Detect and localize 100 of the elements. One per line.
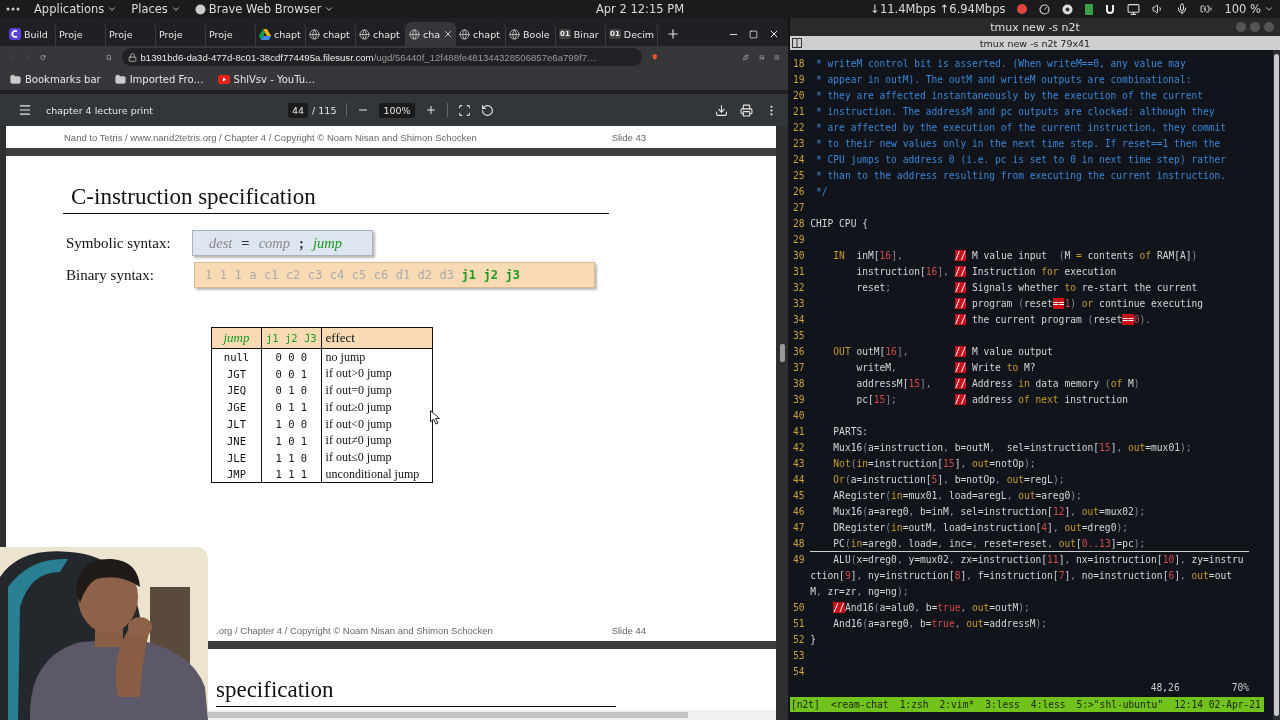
line-number: 42 xyxy=(791,441,806,455)
table-header: effect xyxy=(321,327,433,349)
bit-token: a xyxy=(249,268,257,282)
line-number: 27 xyxy=(791,201,806,215)
rotate-icon[interactable] xyxy=(480,103,494,117)
bookmark-item[interactable]: ShlVsv - YouTu… xyxy=(217,73,316,85)
table-cell: JLE xyxy=(211,449,262,467)
bit-token: 1 xyxy=(205,268,213,282)
line-number: 33 xyxy=(791,297,806,311)
scrollbar-thumb[interactable] xyxy=(779,344,785,362)
page-number-field[interactable]: 44 xyxy=(288,102,309,118)
code-line: ALU(x=dreg0, y=mux02, zx=instruction[11], nx=instruction[10], zy=instruction[9], ny=instruction[8], f=instruction[7], no=instruction[6], out=outM, zr=zr, ng=ng); xyxy=(810,553,1245,599)
bit-token: c3 xyxy=(307,268,323,282)
line-number: 19 xyxy=(791,73,806,87)
code-line: PC(in=areg0, load=, inc=, reset=reset, out[0..13]=pc); xyxy=(810,536,1249,552)
code-line: * are affected by the execution of the current instruction, they commit xyxy=(815,121,1228,135)
line-number: 44 xyxy=(791,473,806,487)
display-icon xyxy=(1127,2,1141,16)
print-icon[interactable] xyxy=(740,103,753,117)
tmux-window[interactable]: 4:less xyxy=(1030,696,1066,713)
bit-token: d1 xyxy=(395,268,411,282)
code-line: } xyxy=(810,633,817,647)
bit-token: d3 xyxy=(439,268,454,282)
cursor-position: 48,26 xyxy=(1150,681,1180,695)
tmux-window[interactable]: <ream-chat xyxy=(830,696,889,713)
code-line: addressM[15], // Address in data memory (of M) xyxy=(855,377,1141,391)
folder-icon xyxy=(10,73,21,85)
line-number: 40 xyxy=(791,409,806,423)
panel-menu[interactable]: Brave Web Browser xyxy=(194,2,335,16)
code-line: IN inM[16], // M value input (M = contents of RAM[A]) xyxy=(832,249,1199,263)
code-line: reset; // Signals whether to re-start the current xyxy=(855,281,1199,295)
table-cell: JGE xyxy=(211,398,262,416)
line-number: 31 xyxy=(791,265,806,279)
tmux-window[interactable]: 2:vim* xyxy=(939,696,975,713)
globe-icon xyxy=(409,28,420,40)
battery-menu[interactable]: 100 % xyxy=(1224,2,1274,16)
zoom-in-icon[interactable] xyxy=(424,104,437,116)
zoom-field[interactable]: 100% xyxy=(379,102,415,118)
code-line: Mux16(a=areg0, b=inM, sel=instruction[12], out=mux02); xyxy=(832,505,1147,519)
code-line: Not(in=instruction[15], out=notOp); xyxy=(832,457,1037,471)
slide-number: Slide 44 xyxy=(611,624,646,636)
line-number: 48 xyxy=(791,537,806,551)
line-number: 20 xyxy=(791,89,806,103)
cursor-icon xyxy=(430,410,440,425)
line-number: 25 xyxy=(791,169,806,183)
code-line: * CPU jumps to address 0 (i.e. pc is set to 0 in next time step) rather xyxy=(815,153,1228,167)
page-count: / 115 xyxy=(312,104,337,116)
line-number: 37 xyxy=(791,361,806,375)
line-number: 30 xyxy=(791,249,806,263)
panel-menu[interactable]: Places xyxy=(131,2,181,16)
plus-icon xyxy=(666,27,681,41)
address-field[interactable]: b1391bd6-da3d-477d-8c01-38cdf774495a.filesusr.com/ugd/56440f_12f488fe481344328506857e6a799f7… xyxy=(121,48,642,66)
table-cell: JNE xyxy=(211,432,262,450)
syntax-label: Binary syntax: xyxy=(66,266,155,284)
clock: Apr 2 12:15 PM xyxy=(595,2,685,16)
maximize-icon[interactable] xyxy=(749,29,758,39)
line-number: 51 xyxy=(791,617,806,631)
tmux-window[interactable]: 1:zsh xyxy=(899,696,929,713)
bookmark-item[interactable]: Imported Fro… xyxy=(114,73,204,85)
bit-token: d2 xyxy=(417,268,433,282)
table-cell: 0 1 0 xyxy=(261,382,322,399)
download-icon[interactable] xyxy=(715,103,728,117)
bit-token: 1 xyxy=(234,268,242,282)
tmux-window[interactable]: 5:>"shl-ubuntu" xyxy=(1076,696,1164,713)
line-number: 41 xyxy=(791,425,806,439)
caret-icon xyxy=(1264,4,1274,14)
line-number: 18 xyxy=(791,57,806,71)
slide-footer: Nand to Tetris / www.nand2tetris.org / Chapter 4 / Copyright © Noam Nisan and Shimon Schocken xyxy=(64,131,477,143)
bit-token: c6 xyxy=(373,268,389,282)
table-cell: 1 1 1 xyxy=(261,466,322,483)
line-number: 54 xyxy=(791,665,806,679)
line-number: 22 xyxy=(791,121,806,135)
line-number: 50 xyxy=(791,601,806,615)
magnet-icon xyxy=(1105,3,1116,15)
panel-menu[interactable]: Applications xyxy=(34,2,118,16)
scrollbar-thumb[interactable] xyxy=(1274,54,1279,716)
code-line: Or(a=instruction[5], b=notOp, out=regL); xyxy=(832,473,1066,487)
folder-icon xyxy=(114,73,126,85)
menu-icon[interactable] xyxy=(18,103,32,117)
bit-token: j3 xyxy=(505,268,520,282)
line-number: 39 xyxy=(791,393,806,407)
bit-token: j2 xyxy=(483,268,498,282)
fit-page-icon[interactable] xyxy=(457,103,471,117)
terminal-size-title: tmux new -s n2t 79x41 xyxy=(979,37,1091,49)
line-number: 28 xyxy=(791,217,806,231)
code-line: * than to the address resulting from executing the current instruction. xyxy=(815,169,1228,183)
browser-tab[interactable]: cha xyxy=(406,22,457,46)
bit-token: j1 xyxy=(461,268,476,282)
logo-icon xyxy=(9,28,21,40)
bookmark-item[interactable]: Bookmarks bar xyxy=(10,73,101,85)
session-name: [n2t] xyxy=(791,697,820,712)
line-number: 43 xyxy=(791,457,806,471)
close-icon[interactable] xyxy=(768,28,780,40)
code-line: * they are affected instantaneously by the execution of the current xyxy=(815,89,1204,103)
code-line: * instruction. The addressM and pc outputs are clocked: although they xyxy=(815,105,1216,119)
line-number: 53 xyxy=(791,649,806,663)
horizontal-scrollbar[interactable] xyxy=(208,710,776,720)
tmux-window[interactable]: 3:less xyxy=(985,696,1020,713)
triangle-icon xyxy=(259,28,271,40)
close-icon[interactable] xyxy=(443,29,454,39)
